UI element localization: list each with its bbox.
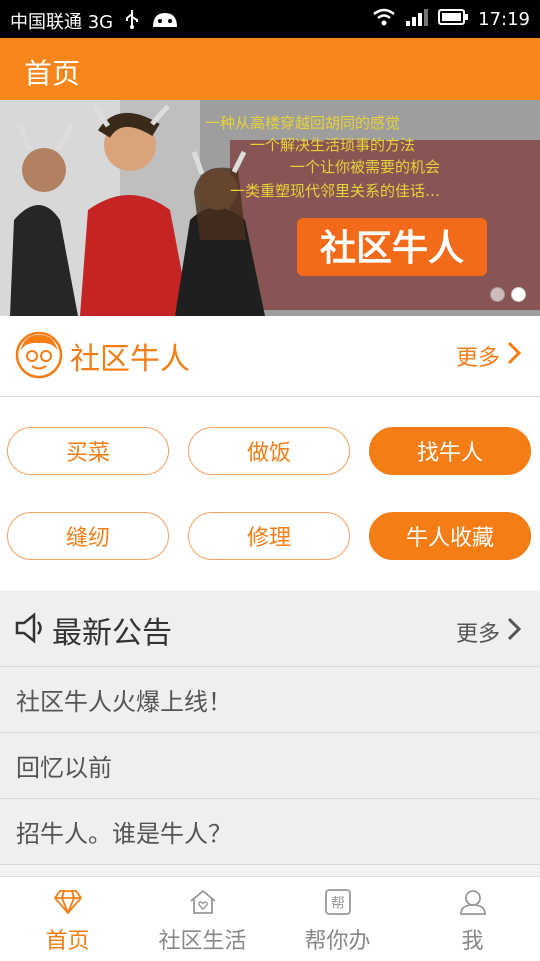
chevron-right-icon	[506, 340, 522, 372]
house-heart-icon	[188, 889, 218, 919]
announcements-more-button[interactable]: 更多	[456, 616, 522, 648]
banner-headline-1: 一种从高楼穿越回胡同的感觉	[205, 114, 400, 132]
usb-icon	[123, 9, 141, 34]
app-bar: 首页	[0, 38, 540, 100]
banner-overlay-label: 社区牛人	[320, 228, 464, 269]
carrier-label: 中国联通 3G	[10, 12, 114, 33]
nav-label-home: 首页	[45, 929, 90, 954]
nav-tab-me[interactable]: 我	[405, 877, 540, 961]
diamond-icon	[53, 889, 83, 919]
announcements-title: 最新公告	[52, 616, 172, 651]
nav-tab-home[interactable]: 首页	[0, 877, 135, 961]
nav-tab-help-you[interactable]: 帮 帮你办	[270, 877, 405, 961]
category-label: 牛人收藏	[405, 526, 494, 551]
announcement-item[interactable]: 社区牛人火爆上线！	[0, 667, 540, 733]
nav-tab-community-life[interactable]: 社区生活	[135, 877, 270, 961]
signal-icon	[406, 8, 429, 31]
announcement-text: 社区牛人火爆上线！	[16, 688, 232, 716]
category-sewing[interactable]: 缝纫	[7, 512, 169, 560]
community-more-button[interactable]: 更多	[456, 340, 522, 372]
clock: 17:19	[478, 9, 530, 30]
category-repair[interactable]: 修理	[188, 512, 350, 560]
nav-label-help-you: 帮你办	[304, 929, 371, 954]
community-section-title: 社区牛人	[70, 342, 190, 377]
category-find-expert[interactable]: 找牛人	[369, 427, 531, 475]
category-label: 买菜	[65, 441, 110, 466]
bottom-navigation: 首页 社区生活 帮 帮你办 我	[0, 876, 540, 961]
user-icon	[458, 889, 488, 919]
announcement-item[interactable]: 招牛人。谁是牛人？	[0, 799, 540, 865]
category-label: 缝纫	[65, 526, 110, 551]
banner-headline-2: 一个解决生活琐事的方法	[250, 136, 415, 154]
community-section-header: 社区牛人 更多	[0, 316, 540, 397]
page-title: 首页	[24, 57, 81, 90]
announcement-item[interactable]: 回忆以前	[0, 733, 540, 799]
category-buy-vegetables[interactable]: 买菜	[7, 427, 169, 475]
carousel-dot-active[interactable]	[511, 287, 526, 302]
svg-text:帮: 帮	[331, 896, 345, 912]
banner-headline-3: 一个让你被需要的机会	[290, 158, 440, 176]
category-label: 做饭	[246, 441, 291, 466]
announcement-list: 社区牛人火爆上线！ 回忆以前 招牛人。谁是牛人？	[0, 667, 540, 865]
announcements-more-label: 更多	[455, 622, 500, 647]
community-more-label: 更多	[455, 346, 500, 371]
announcement-text: 招牛人。谁是牛人？	[16, 820, 232, 848]
grandma-avatar-icon	[14, 330, 64, 380]
category-grid: 买菜 做饭 找牛人 缝纫 修理 牛人收藏	[0, 397, 540, 590]
banner-carousel[interactable]: 一种从高楼穿越回胡同的感觉 一个解决生活琐事的方法 一个让你被需要的机会 一类重…	[0, 100, 540, 316]
wifi-icon	[372, 8, 396, 31]
category-expert-favorites[interactable]: 牛人收藏	[369, 512, 531, 560]
battery-icon	[438, 9, 469, 30]
category-cooking[interactable]: 做饭	[188, 427, 350, 475]
help-badge-icon: 帮	[323, 889, 353, 919]
category-label: 修理	[246, 526, 291, 551]
nav-label-me: 我	[461, 929, 484, 954]
nav-label-community-life: 社区生活	[158, 929, 247, 954]
announcement-text: 回忆以前	[16, 754, 112, 782]
android-icon	[151, 9, 179, 34]
category-label: 找牛人	[416, 441, 483, 466]
banner-headline-4: 一类重塑现代邻里关系的佳话…	[230, 182, 440, 200]
chevron-right-icon	[506, 616, 522, 648]
speaker-icon	[14, 612, 46, 644]
banner-image: 一种从高楼穿越回胡同的感觉 一个解决生活琐事的方法 一个让你被需要的机会 一类重…	[0, 100, 540, 316]
carousel-indicator	[490, 287, 526, 302]
carousel-dot[interactable]	[490, 287, 505, 302]
announcements-header: 最新公告 更多	[0, 592, 540, 667]
status-bar: 中国联通 3G 17:19	[0, 0, 540, 38]
